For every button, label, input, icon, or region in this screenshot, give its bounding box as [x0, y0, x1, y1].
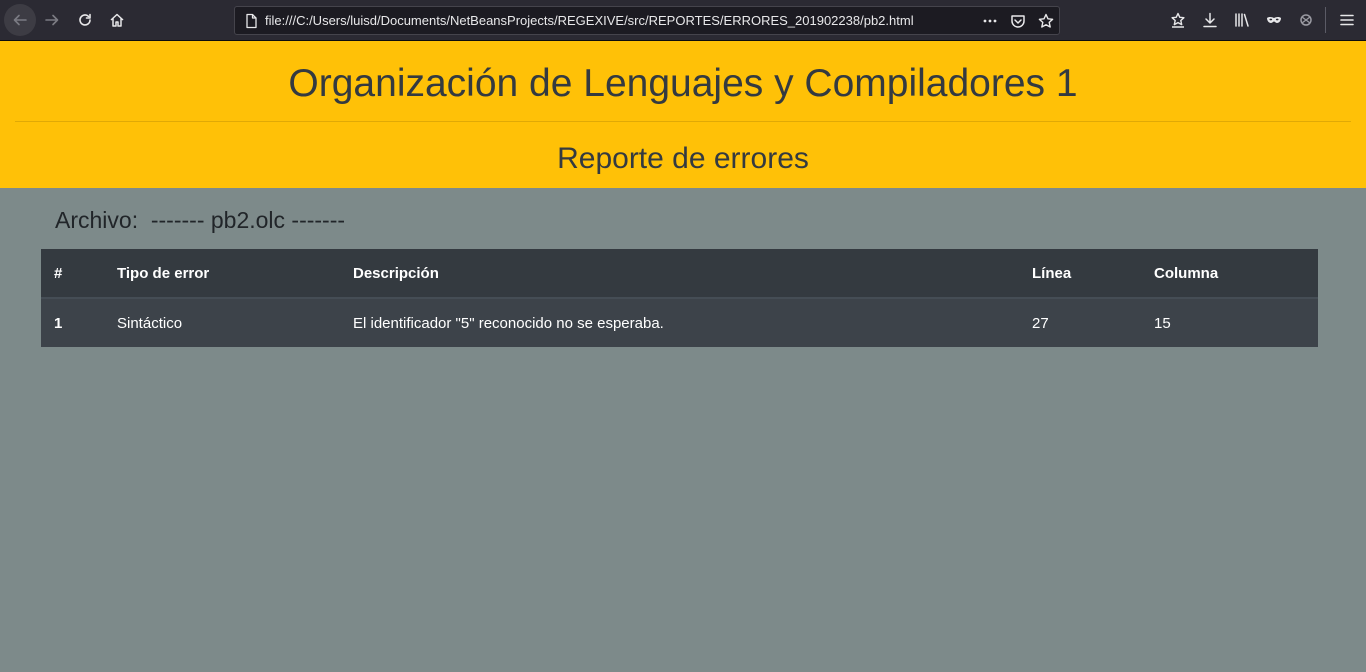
library-button[interactable] — [1233, 11, 1251, 29]
column-header-error-type: Tipo de error — [104, 249, 340, 299]
cell-error-type: Sintáctico — [117, 314, 183, 332]
cell-line: 27 — [1032, 314, 1049, 332]
more-icon — [983, 19, 997, 23]
bookmark-star-button[interactable] — [1037, 12, 1055, 30]
downloads-button[interactable] — [1201, 11, 1219, 29]
arrow-left-icon — [13, 14, 27, 26]
page-actions-button[interactable] — [981, 12, 999, 30]
column-header-number: # — [41, 249, 104, 299]
star-icon — [1038, 13, 1054, 28]
bookmarks-menu-button[interactable] — [1169, 11, 1187, 29]
private-mask-button[interactable] — [1265, 11, 1283, 29]
page-header: Organización de Lenguajes y Compiladores… — [0, 41, 1366, 188]
page-subtitle: Reporte de errores — [557, 142, 809, 175]
cell-number: 1 — [54, 314, 63, 332]
address-bar[interactable]: file:///C:/Users/luisd/Documents/NetBean… — [234, 6, 1060, 35]
browser-toolbar: file:///C:/Users/luisd/Documents/NetBean… — [0, 0, 1366, 41]
column-header-line: Línea — [1019, 249, 1141, 299]
table-row: 1 Sintáctico El identificador "5" recono… — [41, 298, 1318, 347]
bookmarks-star-icon — [1171, 12, 1185, 28]
library-icon — [1235, 13, 1249, 27]
reload-icon — [79, 13, 91, 26]
header-divider — [15, 121, 1351, 122]
table-header-row: # Tipo de error Descripción Línea Column… — [41, 249, 1318, 299]
url-text[interactable]: file:///C:/Users/luisd/Documents/NetBean… — [265, 13, 914, 28]
column-header-column: Columna — [1141, 249, 1318, 299]
page-title: Organización de Lenguajes y Compiladores… — [288, 62, 1078, 105]
home-button[interactable] — [101, 4, 133, 36]
reload-button[interactable] — [69, 4, 101, 36]
home-icon — [110, 13, 124, 27]
mask-icon — [1267, 17, 1281, 23]
cell-description: El identificador "5" reconocido no se es… — [353, 314, 664, 332]
back-button[interactable] — [4, 4, 36, 36]
arrow-right-icon — [45, 14, 59, 26]
cell-column: 15 — [1154, 314, 1171, 332]
column-header-description: Descripción — [340, 249, 1019, 299]
pocket-icon — [1011, 15, 1025, 28]
app-menu-button[interactable] — [1338, 11, 1356, 29]
hamburger-menu-icon — [1340, 14, 1354, 26]
pocket-button[interactable] — [1009, 12, 1027, 30]
forward-button[interactable] — [36, 4, 68, 36]
file-label: Archivo: ------- pb2.olc ------- — [55, 207, 346, 233]
download-icon — [1203, 12, 1217, 28]
extension-button[interactable] — [1297, 11, 1315, 29]
errors-table: # Tipo de error Descripción Línea Column… — [41, 249, 1318, 347]
page-icon — [246, 13, 257, 29]
extension-icon — [1300, 14, 1312, 26]
toolbar-divider — [1325, 7, 1326, 33]
